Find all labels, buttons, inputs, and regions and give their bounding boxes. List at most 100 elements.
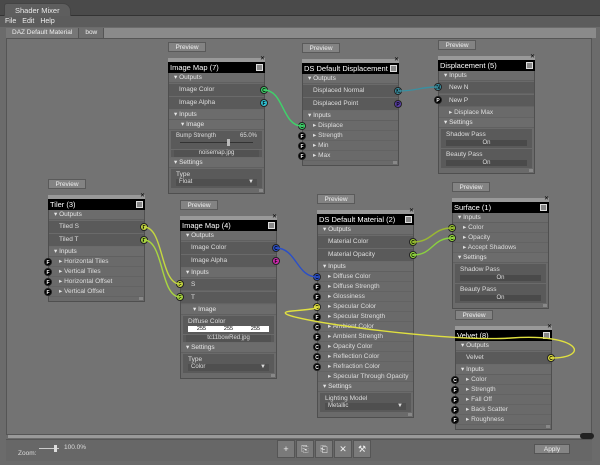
input-row[interactable]: ▸ Specular Color C [313, 302, 413, 312]
port-f-icon[interactable]: F [44, 278, 52, 286]
port-f-icon[interactable]: F [260, 99, 268, 107]
close-icon[interactable]: ✕ [394, 56, 399, 63]
input-row[interactable]: ▸ Opacity Color C [313, 342, 413, 352]
section-header[interactable]: ▾ Settings [181, 343, 276, 353]
port-f-icon[interactable]: F [451, 386, 459, 394]
port-f-icon[interactable]: F [140, 236, 148, 244]
port-c-icon[interactable]: C [448, 224, 456, 232]
input-row[interactable]: ▸ Horizontal Tiles F [44, 257, 144, 267]
input-row[interactable]: ▸ Fall Off F [451, 395, 551, 405]
input-row[interactable]: ▸ Vertical Offset F [44, 287, 144, 297]
input-row[interactable]: ▸ Ambient Color C [313, 322, 413, 332]
toggle-button[interactable]: On [446, 160, 527, 166]
resize-handle[interactable] [543, 304, 547, 307]
section-header[interactable]: ▾ Outputs [49, 210, 144, 220]
port-f-icon[interactable]: F [313, 313, 321, 321]
dropdown[interactable]: Metallic ▼ [325, 403, 406, 410]
section-header[interactable]: ▾ Image [169, 120, 264, 130]
resize-handle[interactable] [259, 189, 263, 192]
port-f-icon[interactable]: F [298, 142, 306, 150]
slider-handle[interactable] [227, 139, 231, 146]
add-button[interactable]: + [277, 440, 295, 458]
section-header[interactable]: ▾ Image [181, 305, 276, 315]
port-c-icon[interactable]: C [313, 343, 321, 351]
port-c-icon[interactable]: C [313, 303, 321, 311]
port-f-icon[interactable]: F [44, 268, 52, 276]
close-icon[interactable]: ✕ [272, 213, 277, 220]
preview-button[interactable]: Preview [168, 42, 206, 52]
port-f-icon[interactable]: F [298, 152, 306, 160]
node-menu-icon[interactable] [136, 201, 143, 208]
section-header[interactable]: ▾ Inputs [453, 213, 548, 223]
input-row[interactable]: ▸ Min F [298, 141, 398, 151]
resize-handle[interactable] [408, 413, 412, 416]
zoom-slider[interactable] [39, 445, 59, 452]
input-row[interactable]: ▸ Refraction Color C [313, 362, 413, 372]
delete-button[interactable]: ✕ [334, 440, 352, 458]
dropdown[interactable]: Float ▼ [176, 179, 257, 186]
port-c-icon[interactable]: C [451, 376, 459, 384]
node-menu-icon[interactable] [268, 222, 275, 229]
resize-handle[interactable] [393, 161, 397, 164]
input-row[interactable]: ▸ Displace Max [439, 108, 534, 118]
node-d5[interactable]: Preview ✕ Displacement (5) ▾ Inputs New N N Ne… [434, 40, 535, 174]
close-icon[interactable]: ✕ [530, 53, 535, 60]
port-n-icon[interactable]: N [434, 83, 442, 91]
input-row[interactable]: SF [176, 279, 276, 291]
port-c-icon[interactable]: C [272, 244, 280, 252]
port-p-icon[interactable]: P [394, 100, 402, 108]
preview-button[interactable]: Preview [317, 194, 355, 204]
node-im7[interactable]: Preview ✕ Image Map (7) ▾ Outputs Image Colo… [168, 42, 268, 194]
port-f-icon[interactable]: F [176, 280, 184, 288]
paste-button[interactable]: ⎗ [315, 440, 333, 458]
input-row[interactable]: ▸ Diffuse Color C [313, 272, 413, 282]
section-header[interactable]: ▾ Outputs [303, 74, 398, 84]
section-header[interactable]: ▾ Settings [169, 158, 264, 168]
section-header[interactable]: ▾ Outputs [456, 341, 551, 351]
doc-tab[interactable]: DAZ Default Material [6, 28, 80, 38]
section-header[interactable]: ▾ Inputs [169, 110, 264, 120]
port-f-icon[interactable]: F [272, 257, 280, 265]
input-row[interactable]: ▸ Color C [448, 223, 548, 233]
port-f-icon[interactable]: F [313, 333, 321, 341]
port-f-icon[interactable]: F [451, 396, 459, 404]
port-f-icon[interactable]: F [176, 293, 184, 301]
section-header[interactable]: ▾ Settings [439, 118, 534, 128]
resize-handle[interactable] [139, 297, 143, 300]
toggle-button[interactable]: On [460, 275, 541, 281]
port-c-icon[interactable]: C [313, 273, 321, 281]
port-c-icon[interactable]: C [313, 353, 321, 361]
preview-button[interactable]: Preview [438, 40, 476, 50]
color-field[interactable]: 255 255 255 [188, 326, 269, 332]
input-row[interactable]: ▸ Color C [451, 375, 551, 385]
copy-button[interactable]: ⎘ [296, 440, 314, 458]
node-dd6[interactable]: Preview ✕DS Default Displacement (6)▾ Out… [298, 43, 402, 166]
input-row[interactable]: ▸ Back Scatter F [451, 405, 551, 415]
port-f-icon[interactable]: F [451, 406, 459, 414]
menu-file[interactable]: File [5, 18, 16, 25]
dropdown[interactable]: Color ▼ [188, 364, 269, 371]
input-row[interactable]: ▸ Opacity C [448, 233, 548, 243]
menu-help[interactable]: Help [40, 18, 54, 25]
node-t3[interactable]: Preview ✕ Tiler (3) ▾ Outputs Tiled S F Tiled … [44, 179, 148, 302]
section-header[interactable]: ▾ Settings [318, 382, 413, 392]
node-im4[interactable]: Preview ✕ Image Map (4) ▾ Outputs Image Colo… [176, 200, 280, 379]
tools-button[interactable]: ⚒ [353, 440, 371, 458]
input-row[interactable]: ▸ Strength F [451, 385, 551, 395]
port-c-icon[interactable]: C [448, 234, 456, 242]
input-row[interactable]: ▸ Strength F [298, 131, 398, 141]
close-icon[interactable]: ✕ [260, 55, 265, 62]
resize-handle[interactable] [271, 374, 275, 377]
input-row[interactable]: ▸ Accept Shadows [453, 243, 548, 253]
close-icon[interactable]: ✕ [547, 323, 552, 330]
port-f-icon[interactable]: F [313, 293, 321, 301]
input-row[interactable]: ▸ Vertical Tiles F [44, 267, 144, 277]
input-row[interactable]: ▸ Specular Strength F [313, 312, 413, 322]
close-icon[interactable]: ✕ [140, 192, 145, 199]
section-header[interactable]: ▾ Inputs [318, 262, 413, 272]
resize-handle[interactable] [529, 169, 533, 172]
input-row[interactable]: ▸ Ambient Strength F [313, 332, 413, 342]
close-icon[interactable]: ✕ [544, 195, 549, 202]
node-menu-icon[interactable] [540, 204, 547, 211]
toggle-button[interactable]: On [460, 295, 541, 301]
